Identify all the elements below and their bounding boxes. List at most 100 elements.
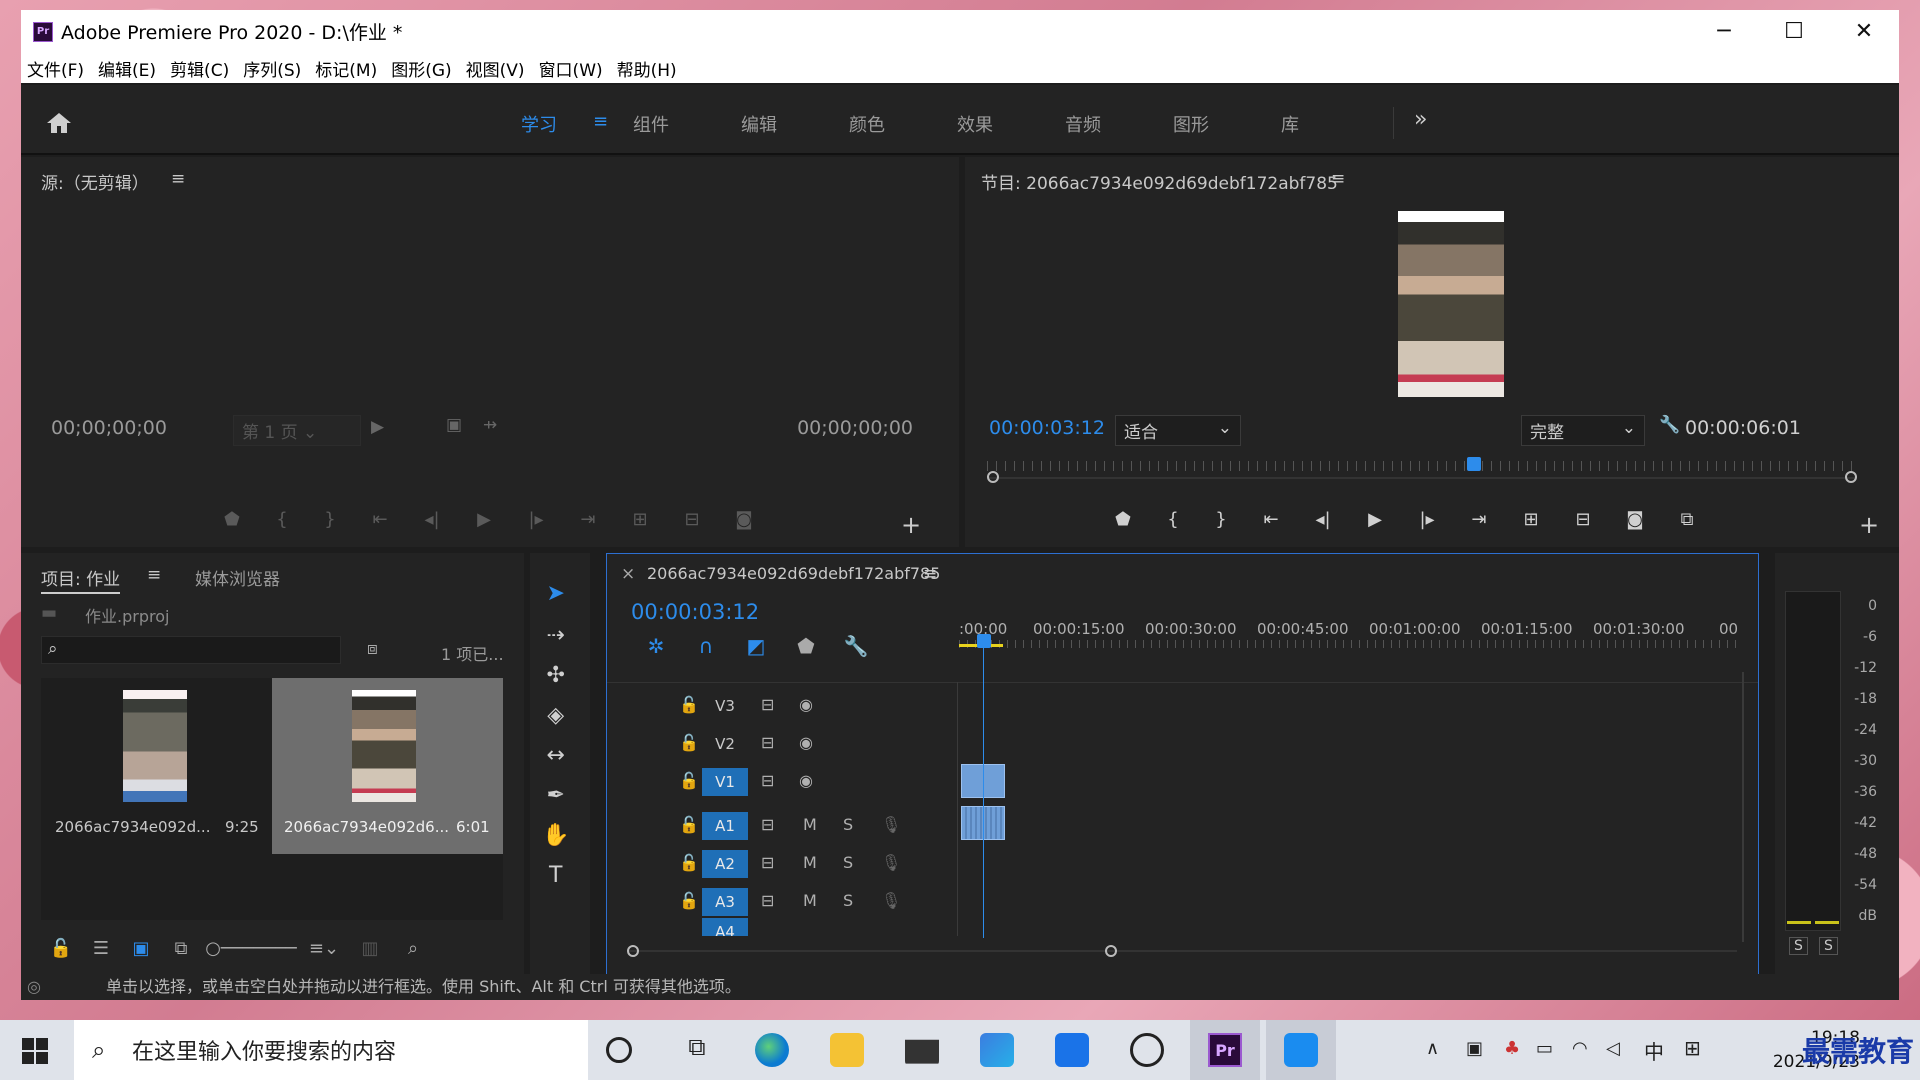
type-tool-icon[interactable]: T xyxy=(549,863,562,903)
windows-start-icon[interactable] xyxy=(22,1038,48,1064)
play-button[interactable]: ▶ xyxy=(458,509,510,530)
sync-lock-icon[interactable]: ⊟ xyxy=(761,771,774,790)
home-icon[interactable] xyxy=(45,111,73,135)
taskbar-search-input[interactable]: ⌕ 在这里输入你要搜索的内容 xyxy=(74,1020,588,1080)
mark-out-icon[interactable]: } xyxy=(1197,509,1245,530)
track-lock-icon[interactable]: 🔓 xyxy=(679,853,699,872)
tab-color[interactable]: 颜色 xyxy=(849,111,957,137)
eye-icon[interactable]: ◉ xyxy=(799,695,813,714)
linked-selection-icon[interactable]: ◩ xyxy=(731,634,781,658)
wifi-icon[interactable]: ◠ xyxy=(1572,1038,1588,1059)
file-explorer-icon[interactable] xyxy=(830,1033,864,1067)
app-icon[interactable] xyxy=(980,1033,1014,1067)
snap-icon[interactable]: ∩ xyxy=(681,634,731,658)
track-lock-icon[interactable]: 🔓 xyxy=(679,891,699,910)
pen-tool-icon[interactable]: ✒ xyxy=(546,783,564,823)
program-current-timecode[interactable]: 00:00:03:12 xyxy=(989,417,1105,439)
find-icon[interactable]: ⌕ xyxy=(393,938,433,959)
camera-icon[interactable]: ◙ xyxy=(1609,509,1661,530)
menu-view[interactable]: 视图(V) xyxy=(466,56,525,81)
project-item[interactable]: 2066ac7934e092d... 9:25 xyxy=(41,678,272,854)
premiere-taskbar-item[interactable]: Pr xyxy=(1190,1020,1260,1080)
task-view-icon[interactable]: ⧉ xyxy=(680,1033,714,1067)
quality-select[interactable]: 完整 ⌄ xyxy=(1521,415,1645,446)
menu-clip[interactable]: 剪辑(C) xyxy=(170,56,229,81)
extract-icon[interactable]: ⊟ xyxy=(1557,509,1609,530)
menu-help[interactable]: 帮助(H) xyxy=(617,56,677,81)
panel-menu-icon[interactable]: ≡ xyxy=(171,169,185,189)
insert-icon[interactable]: ⊞ xyxy=(614,509,666,530)
step-forward-icon[interactable]: |▸ xyxy=(510,509,562,530)
close-tab-icon[interactable]: × xyxy=(621,564,635,584)
icon-view-icon[interactable]: ▣ xyxy=(121,938,161,959)
tab-editing[interactable]: 编辑 xyxy=(741,111,849,137)
sync-lock-icon[interactable]: ⊟ xyxy=(761,695,774,714)
lock-icon[interactable]: 🔓 xyxy=(41,938,81,959)
go-to-out-icon[interactable]: ⇥ xyxy=(562,509,614,530)
step-forward-icon[interactable]: |▸ xyxy=(1401,509,1453,530)
tray-qq-icon[interactable]: ♣ xyxy=(1504,1038,1520,1059)
go-to-in-icon[interactable]: ⇤ xyxy=(354,509,406,530)
minimize-button[interactable]: ─ xyxy=(1689,10,1759,53)
panel-menu-icon[interactable]: ≡ xyxy=(923,564,937,584)
export-frame-small-icon[interactable]: ▣ xyxy=(446,415,462,435)
selection-tool-icon[interactable]: ➤ xyxy=(546,581,564,623)
mic-icon[interactable]: 🎙 xyxy=(881,853,901,872)
time-ruler[interactable]: :00:00 00:00:15:00 00:00:30:00 00:00:45:… xyxy=(959,598,1739,648)
battery-icon[interactable]: ▭ xyxy=(1536,1038,1553,1059)
menu-edit[interactable]: 编辑(E) xyxy=(98,56,156,81)
sequence-tab[interactable]: 2066ac7934e092d69debf172abf785 xyxy=(647,564,940,583)
go-to-out-icon[interactable]: ⇥ xyxy=(1453,509,1505,530)
step-back-icon[interactable]: ◂| xyxy=(406,509,458,530)
new-bin-icon[interactable]: ⧈ xyxy=(367,639,378,659)
add-button[interactable]: + xyxy=(1859,511,1879,539)
wrench-icon[interactable]: 🔧 xyxy=(1659,415,1680,435)
panel-menu-icon[interactable]: ≡ xyxy=(147,565,161,585)
tab-learn[interactable]: 学习 xyxy=(521,111,593,137)
solo-left-button[interactable]: S xyxy=(1789,937,1808,955)
cortana-icon[interactable] xyxy=(606,1037,632,1063)
tab-graphics[interactable]: 图形 xyxy=(1173,111,1281,137)
timeline-settings-icon[interactable]: 🔧 xyxy=(831,634,881,658)
tab-media-browser[interactable]: 媒体浏览器 xyxy=(195,565,280,590)
razor-tool-icon[interactable]: ◈ xyxy=(547,703,564,743)
todo-icon[interactable] xyxy=(1055,1033,1089,1067)
tab-assembly[interactable]: 组件 xyxy=(633,111,741,137)
automate-icon[interactable]: ▥ xyxy=(347,938,393,959)
search-input[interactable]: ⌕ xyxy=(41,636,341,664)
menu-file[interactable]: 文件(F) xyxy=(27,56,84,81)
hand-tool-icon[interactable]: ✋ xyxy=(542,823,569,863)
go-to-in-icon[interactable]: ⇤ xyxy=(1245,509,1297,530)
list-view-icon[interactable]: ☰ xyxy=(81,938,121,959)
keyboard-icon[interactable]: ⊞ xyxy=(1684,1036,1701,1060)
sync-lock-icon[interactable]: ⊟ xyxy=(761,853,774,872)
menu-sequence[interactable]: 序列(S) xyxy=(243,56,301,81)
playhead-marker[interactable] xyxy=(977,634,991,648)
camera-icon[interactable]: ◙ xyxy=(718,509,770,530)
play-button[interactable]: ▶ xyxy=(1349,509,1401,530)
tab-audio[interactable]: 音频 xyxy=(1065,111,1173,137)
play-small-icon[interactable]: ▶ xyxy=(371,417,384,437)
playhead-marker[interactable] xyxy=(1467,457,1481,471)
solo-right-button[interactable]: S xyxy=(1819,937,1838,955)
page-select[interactable]: 第 1 页 ⌄ xyxy=(233,415,361,446)
track-label[interactable]: A3 xyxy=(702,888,748,916)
sort-icon[interactable]: ≡⌄ xyxy=(301,938,347,959)
mic-icon[interactable]: 🎙 xyxy=(881,815,901,834)
menu-graphics[interactable]: 图形(G) xyxy=(391,56,451,81)
compare-view-icon[interactable]: ⧉ xyxy=(1661,509,1713,530)
maximize-button[interactable]: ☐ xyxy=(1759,10,1829,53)
menu-window[interactable]: 窗口(W) xyxy=(539,56,603,81)
step-back-icon[interactable]: ◂| xyxy=(1297,509,1349,530)
mute-button[interactable]: M xyxy=(803,891,817,910)
track-label[interactable]: A1 xyxy=(702,812,748,840)
sync-lock-icon[interactable]: ⊟ xyxy=(761,891,774,910)
mark-out-icon[interactable]: } xyxy=(306,509,354,530)
track-select-tool-icon[interactable]: ⇢ xyxy=(546,623,564,663)
solo-button[interactable]: S xyxy=(843,853,853,872)
mail-icon[interactable] xyxy=(905,1039,939,1064)
add-marker-icon[interactable]: ⬟ xyxy=(1097,509,1149,530)
sync-lock-icon[interactable]: ⊟ xyxy=(761,815,774,834)
tab-project[interactable]: 项目: 作业 xyxy=(41,565,121,594)
overwrite-icon[interactable]: ⊟ xyxy=(666,509,718,530)
